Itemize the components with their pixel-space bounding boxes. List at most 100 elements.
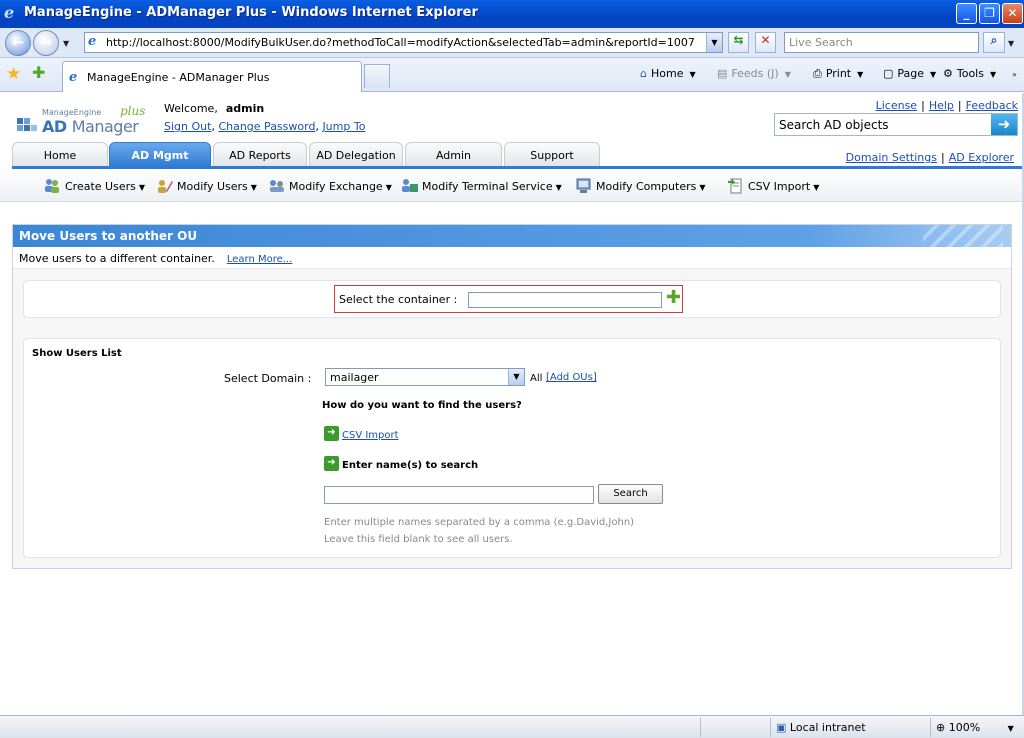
subnav-create-users[interactable]: Create Users ▼ (44, 178, 145, 194)
panel-title: Move Users to another OU (19, 229, 198, 243)
tab-ad-reports[interactable]: AD Reports (213, 142, 307, 167)
status-divider (770, 718, 771, 737)
chevron-down-icon: ▼ (813, 183, 820, 192)
license-link[interactable]: License (876, 99, 917, 112)
sign-out-link[interactable]: Sign Out (164, 120, 211, 133)
users-add-icon (44, 178, 62, 194)
feeds-command[interactable]: ▤ Feeds (J) ▼ (717, 67, 791, 80)
settings-links: Domain Settings | AD Explorer (845, 151, 1014, 164)
address-dropdown-icon[interactable]: ▼ (706, 33, 722, 52)
subnav-modify-exchange[interactable]: Modify Exchange ▼ (268, 178, 392, 194)
subnav-label: Create Users (65, 180, 136, 193)
favorites-star-icon[interactable]: ★ (6, 64, 21, 84)
top-links: License | Help | Feedback (875, 99, 1018, 112)
sub-navigation: Create Users ▼ Modify Users ▼ Modify Excha… (0, 169, 1024, 202)
home-command[interactable]: ⌂ Home ▼ (640, 67, 696, 80)
ad-explorer-link[interactable]: AD Explorer (949, 151, 1014, 164)
help-link[interactable]: Help (929, 99, 954, 112)
logo-plus: plus (120, 104, 146, 118)
maximize-button[interactable]: ❐ (979, 3, 1000, 24)
zoom-control[interactable]: ⊕ 100% ▼ (936, 721, 1014, 734)
subnav-modify-computers[interactable]: Modify Computers ▼ (575, 178, 706, 194)
subnav-label: Modify Terminal Service (422, 180, 553, 193)
container-field[interactable] (468, 292, 662, 308)
page-command-label: Page (897, 67, 925, 80)
ad-search-input[interactable]: Search AD objects ➜ (774, 113, 1018, 136)
tab-admin[interactable]: Admin (405, 142, 502, 167)
forward-button[interactable]: → (33, 30, 59, 56)
subnav-modify-terminal-service[interactable]: Modify Terminal Service ▼ (401, 178, 562, 194)
chevron-down-icon: ▼ (857, 70, 864, 79)
add-ous-link[interactable]: [Add OUs] (546, 372, 597, 383)
computer-icon (575, 178, 593, 194)
close-window-button[interactable]: ✕ (1002, 3, 1023, 24)
tab-support[interactable]: Support (504, 142, 600, 167)
toolbar-overflow-icon[interactable]: » (1012, 70, 1017, 79)
tab-home[interactable]: Home (12, 142, 108, 167)
page-content: ManageEngine AD Manager plus Welcome, adm… (0, 93, 1024, 715)
jump-to-link[interactable]: Jump To (322, 120, 365, 133)
window-titlebar: e ManageEngine - ADManager Plus - Window… (0, 0, 1024, 28)
print-command-label: Print (825, 67, 852, 80)
find-users-question: How do you want to find the users? (322, 400, 522, 411)
hint-line-1: Enter multiple names separated by a comm… (324, 517, 635, 528)
domain-settings-link[interactable]: Domain Settings (846, 151, 937, 164)
add-container-icon[interactable]: ✚ (666, 289, 682, 307)
feeds-command-label: Feeds (J) (731, 67, 779, 80)
zone-status: ▣ Local intranet (776, 721, 866, 734)
csv-import-link[interactable]: CSV Import (342, 430, 399, 441)
logo-product: AD Manager (42, 117, 139, 136)
status-divider (700, 718, 701, 737)
domain-select[interactable]: mailager ▼ (325, 368, 525, 386)
tab-ad-mgmt[interactable]: AD Mgmt (109, 142, 211, 167)
domain-label: Select Domain : (224, 372, 312, 385)
panel-header: Move Users to another OU (13, 225, 1011, 247)
status-divider (930, 718, 931, 737)
search-button[interactable]: Search (598, 484, 663, 504)
stop-button[interactable]: ✕ (755, 32, 776, 53)
refresh-button[interactable]: ⇆ (728, 32, 749, 53)
browser-tab-label: ManageEngine - ADManager Plus (87, 71, 270, 84)
search-hint: Enter multiple names separated by a comm… (324, 514, 634, 548)
ie-logo-icon: e (4, 3, 15, 22)
learn-more-link[interactable]: Learn More... (227, 254, 292, 265)
minimize-button[interactable]: _ (956, 3, 977, 24)
new-tab-button[interactable] (364, 64, 390, 88)
container-box: Select the container : ✚ (23, 280, 1001, 318)
arrow-right-icon[interactable]: ➜ (991, 114, 1017, 135)
search-go-icon[interactable]: ⌕ (983, 32, 1005, 53)
add-favorites-icon[interactable]: ✚ (32, 63, 45, 82)
subnav-csv-import[interactable]: CSV Import ▼ (727, 178, 819, 194)
feedback-link[interactable]: Feedback (966, 99, 1018, 112)
history-dropdown-icon[interactable]: ▼ (63, 39, 69, 48)
address-field[interactable]: e http://localhost:8000/ModifyBulkUser.d… (84, 32, 723, 53)
live-search-input[interactable]: Live Search (784, 32, 979, 53)
back-button[interactable]: ← (5, 30, 31, 56)
print-command[interactable]: ⎙ Print ▼ (813, 67, 863, 81)
page-command[interactable]: ▢ Page ▼ (883, 67, 936, 80)
tab-ad-delegation[interactable]: AD Delegation (309, 142, 403, 167)
chevron-down-icon[interactable]: ▼ (508, 369, 524, 385)
ad-search-placeholder: Search AD objects (779, 118, 889, 132)
change-password-link[interactable]: Change Password (218, 120, 315, 133)
names-search-input[interactable] (324, 486, 594, 504)
user-links: Sign Out, Change Password, Jump To (164, 120, 366, 133)
hint-line-2: Leave this field blank to see all users. (324, 534, 513, 545)
chevron-down-icon: ▼ (385, 183, 392, 192)
domain-value: mailager (330, 371, 379, 384)
address-toolbar: ← → ▼ e http://localhost:8000/ModifyBulk… (0, 28, 1024, 58)
browser-tab[interactable]: e ManageEngine - ADManager Plus (62, 61, 362, 92)
users-list-heading: Show Users List (32, 348, 122, 359)
intranet-icon: ▣ (776, 721, 787, 734)
tools-command[interactable]: ⚙ Tools ▼ (943, 67, 996, 80)
csv-import-icon (727, 178, 745, 194)
window-title: ManageEngine - ADManager Plus - Windows … (24, 5, 478, 20)
panel-description: Move users to a different container. Lear… (13, 247, 1011, 269)
users-list-box: Show Users List Select Domain : mailager… (23, 338, 1001, 558)
subnav-modify-users[interactable]: Modify Users ▼ (156, 178, 257, 194)
gear-icon: ⚙ (943, 67, 953, 80)
search-options-icon[interactable]: ▼ (1008, 39, 1014, 48)
chevron-down-icon: ▼ (1007, 724, 1014, 733)
user-edit-icon (156, 178, 174, 194)
exchange-icon (268, 178, 286, 194)
